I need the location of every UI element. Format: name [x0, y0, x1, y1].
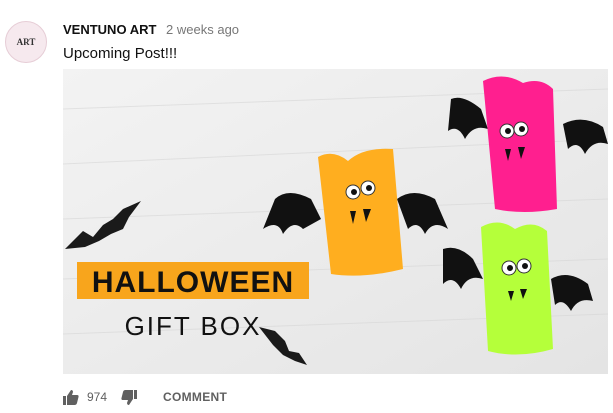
- post-timestamp[interactable]: 2 weeks ago: [166, 22, 239, 37]
- author-name[interactable]: VENTUNO ART: [63, 22, 156, 37]
- post-text: Upcoming Post!!!: [63, 45, 178, 62]
- avatar-logo-text: ART: [16, 36, 36, 47]
- post-header: VENTUNO ART 2 weeks ago: [63, 22, 239, 37]
- title-line2: GIFT BOX: [125, 311, 262, 341]
- comment-button[interactable]: COMMENT: [163, 390, 227, 404]
- like-count: 974: [87, 390, 108, 404]
- channel-avatar[interactable]: ART: [5, 21, 47, 63]
- thumbs-up-icon[interactable]: [63, 389, 79, 405]
- halloween-gift-box-image: HALLOWEEN GIFT BOX: [63, 69, 608, 374]
- title-line1: HALLOWEEN: [92, 266, 294, 299]
- post-actions: 974 COMMENT: [63, 387, 227, 407]
- post-image[interactable]: HALLOWEEN GIFT BOX: [63, 69, 608, 374]
- thumbs-down-icon[interactable]: [121, 389, 138, 405]
